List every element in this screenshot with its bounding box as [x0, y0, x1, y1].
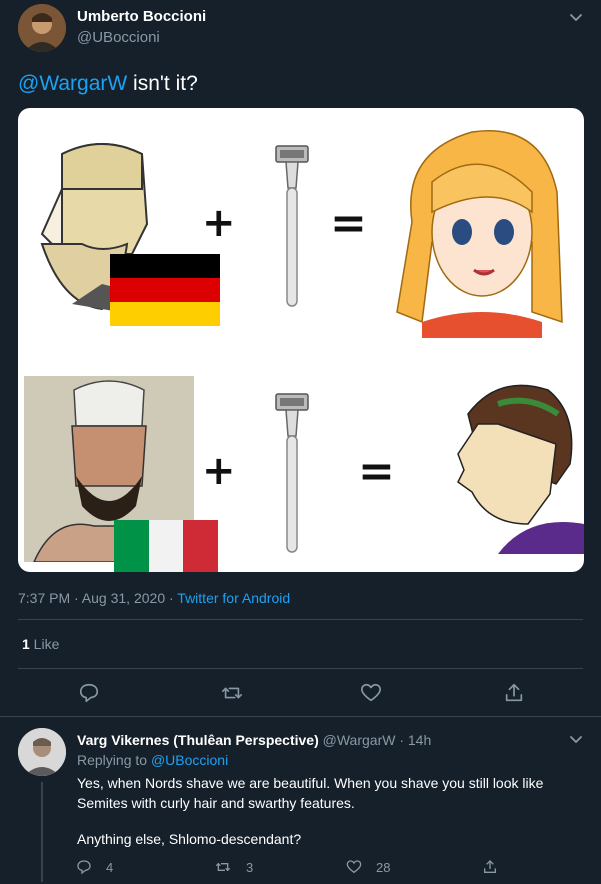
- germany-flag: [110, 254, 220, 326]
- tweet-text-body: isn't it?: [127, 72, 198, 95]
- likes-label: Like: [29, 636, 60, 652]
- retweet-icon: [222, 687, 242, 699]
- razor-icon: [275, 145, 309, 307]
- share-button[interactable]: [501, 680, 527, 706]
- reply-text: Yes, when Nords shave we are beautiful. …: [77, 773, 587, 849]
- timestamp-text[interactable]: 7:37 PM · Aug 31, 2020 ·: [18, 590, 177, 606]
- reply-retweet-button[interactable]: 3: [214, 857, 253, 877]
- reply-button[interactable]: [76, 680, 102, 706]
- like-count: 28: [376, 859, 391, 875]
- retweet-count: 3: [246, 859, 254, 875]
- chevron-down-icon[interactable]: [566, 8, 586, 26]
- tweet-text: @WargarW isn't it?: [18, 72, 198, 96]
- likes-count: 1: [22, 636, 30, 652]
- equals-sign-1: =: [330, 198, 367, 249]
- reply-author-handle[interactable]: @WargarW · 14h: [323, 732, 432, 748]
- roman-face-illustration: [457, 384, 584, 554]
- anime-woman-illustration: [396, 130, 563, 338]
- equals-sign-2: =: [358, 446, 395, 497]
- plus-sign-1: +: [202, 200, 236, 246]
- share-icon: [484, 860, 496, 873]
- reply-reply-button[interactable]: 4: [76, 857, 113, 877]
- share-icon: [505, 683, 523, 702]
- like-icon: [361, 683, 381, 702]
- tweet-timestamp: 7:37 PM · Aug 31, 2020 · Twitter for And…: [18, 590, 290, 606]
- reply-share-button[interactable]: [482, 857, 498, 877]
- source-link[interactable]: Twitter for Android: [177, 590, 290, 606]
- reply-text-line: Anything else, Shlomo-descendant?: [77, 831, 302, 847]
- divider: [18, 668, 583, 669]
- like-icon: [346, 860, 362, 874]
- retweet-icon: [215, 862, 231, 872]
- reply-icon: [79, 683, 99, 703]
- chevron-down-icon[interactable]: [566, 730, 586, 748]
- reply-header: Varg Vikernes (Thulêan Perspective) @War…: [77, 732, 431, 748]
- reply-author-avatar[interactable]: [18, 728, 66, 776]
- thread-divider: [0, 716, 601, 717]
- replying-to-link[interactable]: @UBoccioni: [151, 752, 228, 768]
- divider: [18, 619, 583, 620]
- razor-icon-2: [275, 393, 309, 553]
- reply-text-line: Semites with curly hair and swarthy feat…: [77, 795, 355, 811]
- thread-line: [41, 782, 43, 882]
- likes-stat[interactable]: 1 Like: [22, 636, 59, 652]
- like-button[interactable]: [358, 680, 384, 706]
- mention-link[interactable]: @WargarW: [18, 72, 127, 95]
- replying-to-prefix: Replying to: [77, 752, 151, 768]
- reply-like-button[interactable]: 28: [346, 857, 390, 877]
- plus-sign-2: +: [202, 448, 236, 494]
- replying-to: Replying to @UBoccioni: [77, 752, 228, 768]
- reply-text-line: Yes, when Nords shave we are beautiful. …: [77, 775, 544, 791]
- reply-count: 4: [106, 859, 114, 875]
- retweet-button[interactable]: [218, 680, 246, 706]
- reply-author-name[interactable]: Varg Vikernes (Thulêan Perspective): [77, 732, 319, 748]
- tweet-image[interactable]: + = + =: [18, 108, 584, 572]
- author-name[interactable]: Umberto Boccioni: [77, 8, 206, 25]
- reply-icon: [77, 860, 91, 875]
- author-handle[interactable]: @UBoccioni: [77, 29, 160, 46]
- italy-flag: [114, 520, 219, 572]
- author-avatar[interactable]: [18, 4, 66, 52]
